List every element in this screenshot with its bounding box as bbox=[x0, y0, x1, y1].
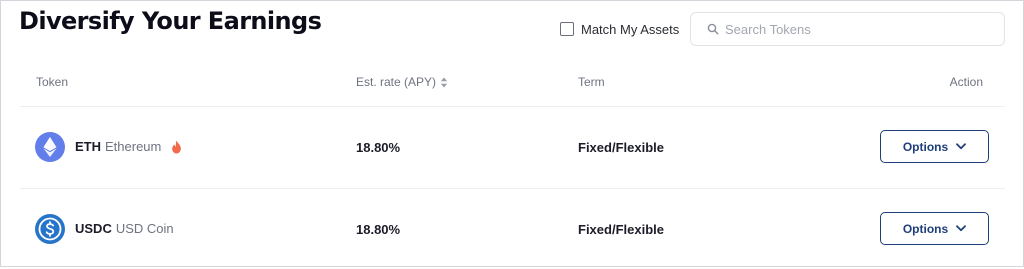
page-title: Diversify Your Earnings bbox=[19, 7, 322, 35]
table-row: ETH Ethereum 18.80% Fixed/Flexible Optio… bbox=[1, 107, 1024, 187]
token-name: Ethereum bbox=[105, 139, 162, 154]
earn-panel: Diversify Your Earnings Match My Assets … bbox=[0, 0, 1024, 267]
match-assets-checkbox[interactable] bbox=[560, 22, 574, 36]
options-button[interactable]: Options bbox=[880, 130, 989, 163]
token-cell: ETH Ethereum bbox=[75, 139, 182, 154]
options-button-label: Options bbox=[902, 221, 949, 236]
table-row: USDC USD Coin 18.80% Fixed/Flexible Opti… bbox=[1, 189, 1024, 269]
search-box[interactable] bbox=[690, 12, 1005, 46]
match-assets-label: Match My Assets bbox=[581, 21, 680, 37]
column-header-rate[interactable]: Est. rate (APY) bbox=[356, 75, 448, 89]
rate-value: 18.80% bbox=[356, 222, 401, 237]
usdc-icon bbox=[35, 214, 65, 244]
column-header-term: Term bbox=[578, 75, 605, 89]
token-name: USD Coin bbox=[115, 221, 174, 236]
chevron-down-icon bbox=[956, 225, 967, 232]
search-icon bbox=[707, 23, 719, 35]
chevron-down-icon bbox=[956, 143, 967, 150]
fire-icon bbox=[171, 140, 182, 154]
column-header-rate-label: Est. rate (APY) bbox=[356, 75, 437, 89]
rate-value: 18.80% bbox=[356, 140, 401, 155]
ethereum-icon bbox=[35, 132, 65, 162]
search-input[interactable] bbox=[725, 21, 995, 37]
column-header-token: Token bbox=[36, 75, 69, 89]
token-symbol: ETH bbox=[75, 139, 101, 154]
token-cell: USDC USD Coin bbox=[75, 221, 174, 236]
column-header-action: Action bbox=[949, 75, 983, 89]
term-value: Fixed/Flexible bbox=[578, 222, 664, 237]
token-symbol: USDC bbox=[75, 221, 112, 236]
match-assets-toggle[interactable]: Match My Assets bbox=[560, 20, 679, 38]
options-button-label: Options bbox=[902, 139, 949, 154]
sort-icon[interactable] bbox=[440, 77, 448, 88]
options-button[interactable]: Options bbox=[880, 212, 989, 245]
term-value: Fixed/Flexible bbox=[578, 140, 664, 155]
